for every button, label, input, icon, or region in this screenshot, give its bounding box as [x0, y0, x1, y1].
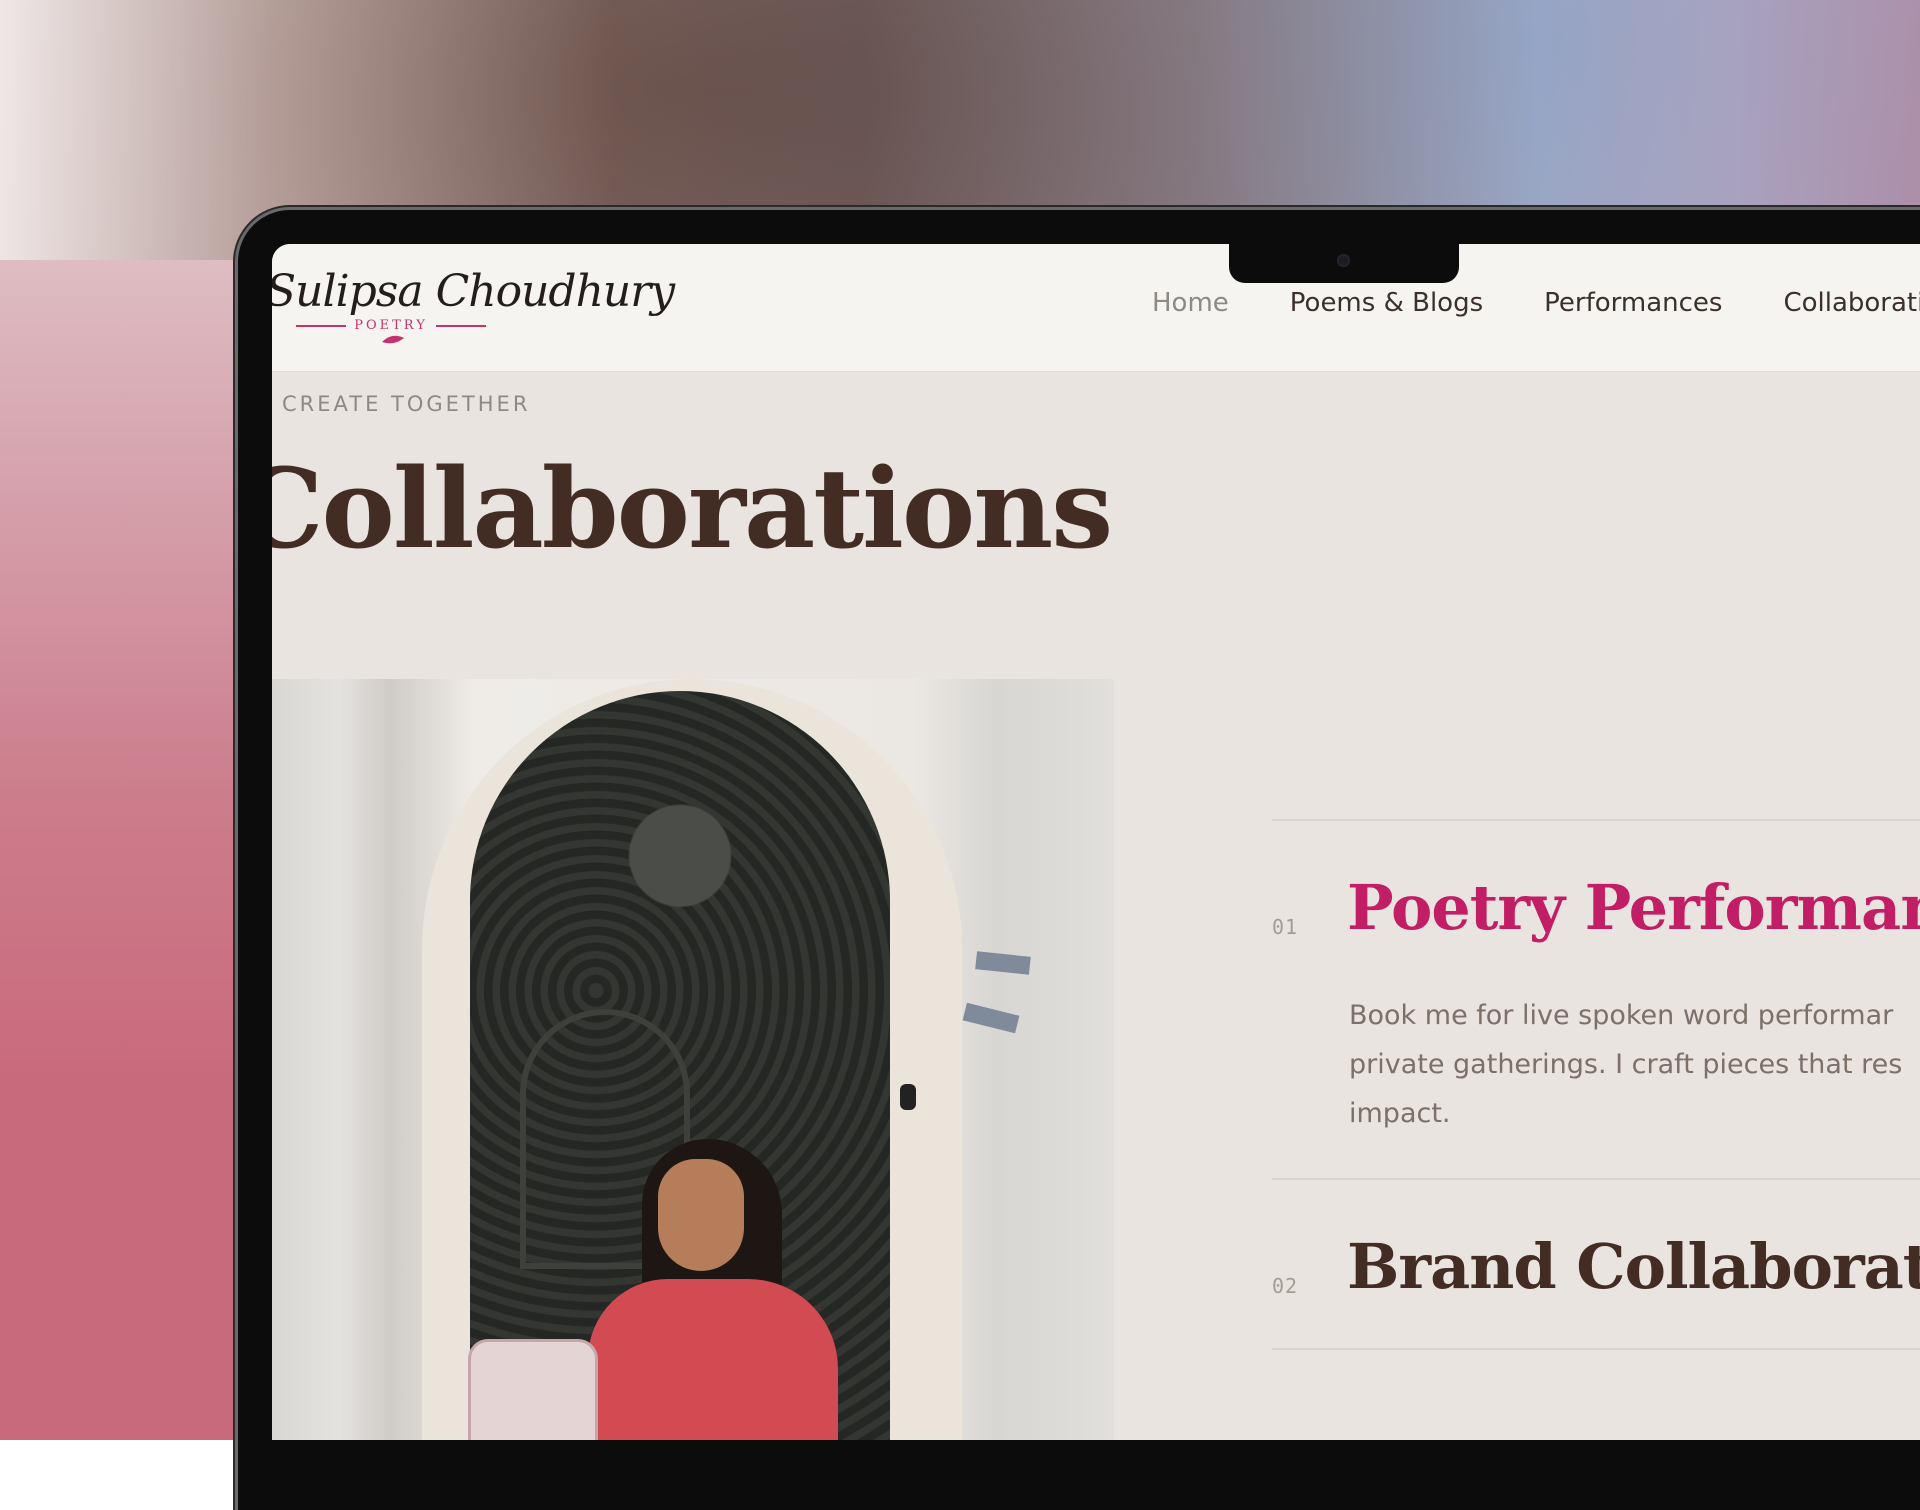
- nav-poems-blogs[interactable]: Poems & Blogs: [1290, 288, 1483, 318]
- browser-viewport: Sulipsa Choudhury POETRY Home Poems & Bl…: [272, 244, 1920, 1440]
- camera-icon: [1337, 254, 1350, 267]
- service-description: Book me for live spoken word performar p…: [1349, 991, 1920, 1138]
- nav-home[interactable]: Home: [1152, 288, 1229, 318]
- leaf-icon: [380, 334, 406, 346]
- logo-tagline-row: POETRY: [296, 318, 486, 333]
- nav-performances[interactable]: Performances: [1544, 288, 1722, 318]
- logo-rule: [436, 325, 486, 327]
- page-title: Collaborations: [272, 444, 1111, 573]
- logo-wordmark: Sulipsa Choudhury: [272, 266, 674, 317]
- service-number: 01: [1272, 915, 1298, 939]
- person-face: [658, 1159, 744, 1271]
- site-logo[interactable]: Sulipsa Choudhury POETRY: [272, 254, 522, 354]
- main-nav: Home Poems & Blogs Performances Collabor…: [1152, 288, 1920, 318]
- site-header: Sulipsa Choudhury POETRY Home Poems & Bl…: [272, 244, 1920, 372]
- logo-tagline: POETRY: [354, 318, 428, 333]
- wall-plaque: [975, 951, 1031, 975]
- person-bag: [468, 1339, 598, 1440]
- portrait-photo: [272, 679, 1114, 1440]
- door-handle: [900, 1084, 916, 1110]
- camera-notch: [1229, 244, 1459, 283]
- logo-rule: [296, 325, 346, 327]
- service-item[interactable]: 01 Poetry Performanc Book me for live sp…: [1272, 821, 1920, 1178]
- service-item[interactable]: 02 Brand Collaboratio: [1272, 1180, 1920, 1348]
- wall-plaque: [963, 1003, 1020, 1034]
- service-title[interactable]: Brand Collaboratio: [1347, 1230, 1920, 1303]
- services-list: 01 Poetry Performanc Book me for live sp…: [1272, 819, 1920, 1350]
- service-title[interactable]: Poetry Performanc: [1347, 871, 1920, 944]
- section-eyebrow: CREATE TOGETHER: [282, 392, 530, 416]
- service-number: 02: [1272, 1274, 1298, 1298]
- person-top: [588, 1279, 838, 1440]
- nav-collaborations[interactable]: Collaboratio: [1783, 288, 1920, 318]
- divider: [1272, 1348, 1920, 1350]
